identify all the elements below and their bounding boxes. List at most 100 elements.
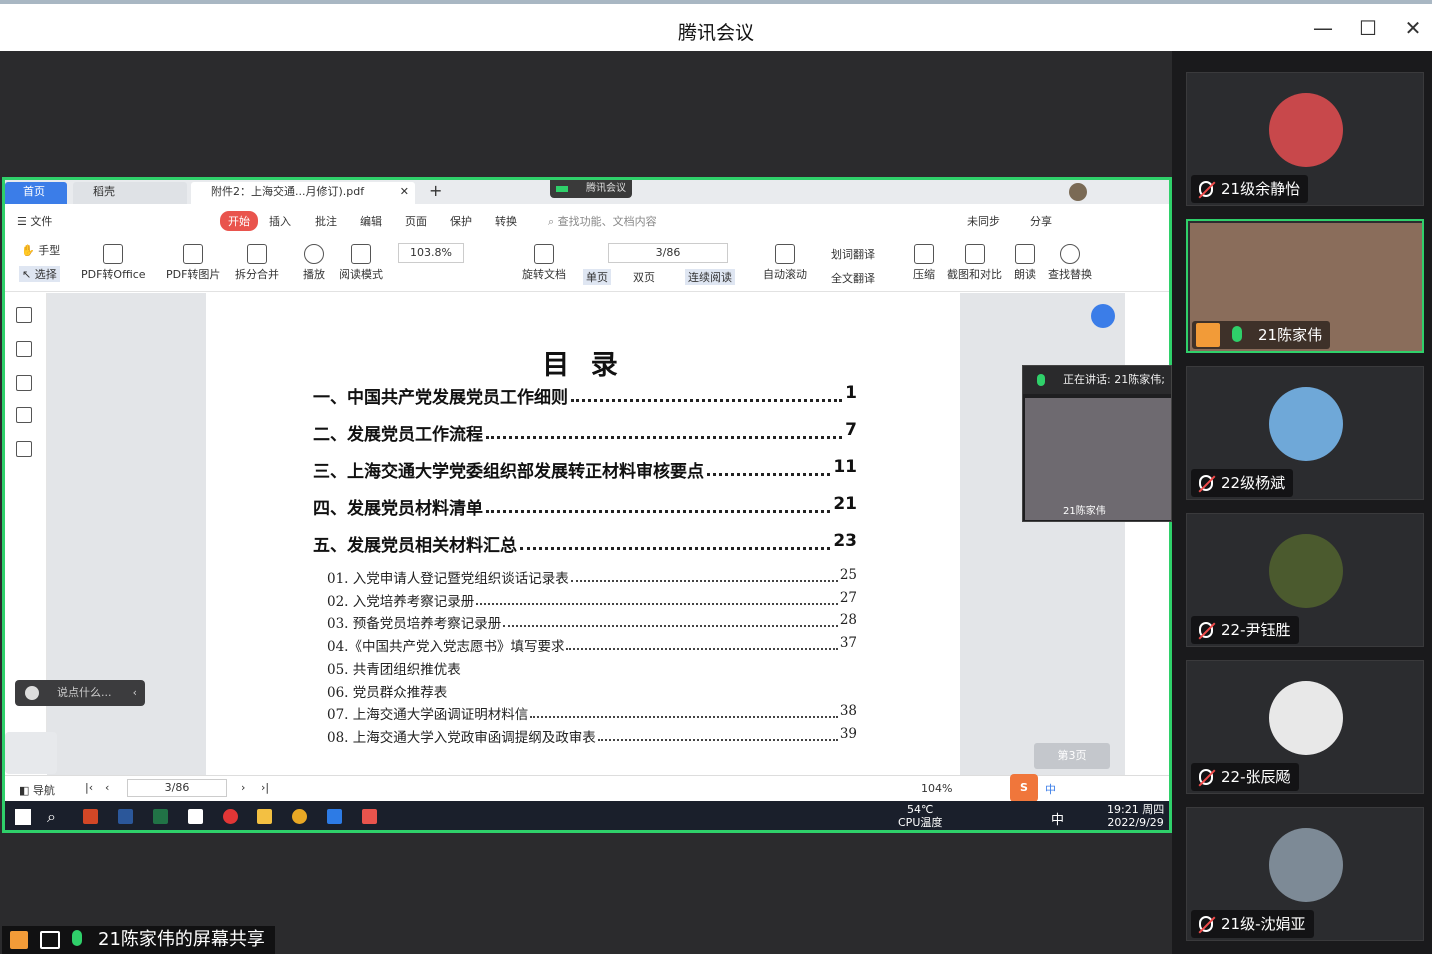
mic-muted-icon (1199, 475, 1213, 491)
full-translate-button[interactable]: 全文翻译 (831, 270, 875, 286)
status-zoom[interactable]: 104% (921, 782, 952, 795)
page-input[interactable]: 3/86 (608, 243, 728, 263)
toc-sub-entry[interactable]: 02. 入党培养考察记录册 27 (327, 590, 857, 610)
participant-tile[interactable]: 22-尹钰胜 (1186, 513, 1424, 647)
play-button[interactable]: 播放 (303, 244, 325, 282)
participant-tile[interactable]: 22级杨斌 (1186, 366, 1424, 500)
participant-tile[interactable]: 22-张辰飏 (1186, 660, 1424, 794)
screenshot-compare-button[interactable]: 截图和对比 (947, 244, 1002, 282)
toc-entry[interactable]: 三、上海交通大学党委组织部发展转正材料审核要点 11 (313, 457, 857, 482)
toc-entry[interactable]: 四、发展党员材料清单 21 (313, 494, 857, 519)
menu-icon[interactable] (5, 732, 57, 774)
toc-entry[interactable]: 一、中国共产党发展党员工作细则 1 (313, 383, 857, 408)
double-page-button[interactable]: 双页 (633, 269, 655, 285)
comment-icon[interactable] (16, 375, 32, 391)
split-merge-button[interactable]: 拆分合并 (235, 244, 279, 282)
menu-insert[interactable]: 插入 (269, 213, 291, 229)
menu-protect[interactable]: 保护 (450, 213, 472, 229)
chat-input[interactable]: 说点什么... ‹ (15, 680, 145, 706)
zoom-select[interactable]: 103.8% (398, 243, 464, 263)
participant-tile[interactable]: 21级余静怡 (1186, 72, 1424, 206)
avatar[interactable] (1069, 183, 1087, 201)
toc-leader (570, 567, 838, 582)
tencent-meeting-icon[interactable] (327, 809, 342, 824)
emoji-icon[interactable] (25, 686, 39, 700)
rotate-doc-button[interactable]: 旋转文档 (522, 244, 566, 282)
toc-sub-page: 38 (839, 703, 857, 720)
clock[interactable]: 19:21 周四 2022/9/29 (1107, 803, 1164, 829)
menu-file[interactable]: ☰ 文件 (17, 213, 52, 229)
taskbar-ime[interactable]: 中 (1051, 809, 1064, 828)
excel-icon[interactable] (153, 809, 168, 824)
toc-sub-entry[interactable]: 03. 预备党员培养考察记录册 28 (327, 612, 857, 632)
windows-start-icon[interactable] (15, 809, 31, 825)
hand-tool[interactable]: ✋ 手型 (21, 242, 60, 258)
toc-sub-entry[interactable]: 08. 上海交通大学入党政审函调提纲及政审表 39 (327, 726, 857, 746)
bookmark-icon[interactable] (16, 307, 32, 323)
word-icon[interactable] (118, 809, 133, 824)
signature-icon[interactable] (16, 441, 32, 457)
new-tab-icon[interactable]: + (429, 181, 442, 200)
mic-on-icon (72, 930, 82, 946)
status-page-input[interactable]: 3/86 (127, 779, 227, 797)
read-aloud-button[interactable]: 朗读 (1014, 244, 1036, 282)
search-icon[interactable]: ⌕ (47, 807, 56, 827)
en-app-icon[interactable] (188, 809, 203, 824)
chevron-left-icon[interactable]: ‹ (133, 680, 137, 706)
minimize-button[interactable]: — (1308, 16, 1338, 40)
chrome-icon[interactable] (292, 809, 307, 824)
menu-page[interactable]: 页面 (405, 213, 427, 229)
participant-name: 22级杨斌 (1191, 469, 1294, 497)
share-button[interactable]: 分享 (1030, 213, 1052, 229)
tab-home[interactable]: 首页 (5, 182, 67, 204)
tab-close-icon[interactable]: ✕ (400, 182, 409, 202)
image-icon[interactable] (16, 341, 32, 357)
last-page-button[interactable]: ›| (261, 781, 269, 794)
tab-pdf[interactable]: 附件2：上海交通...月修订).pdf ✕ (191, 182, 415, 204)
single-page-button[interactable]: 单页 (583, 269, 611, 285)
toc-entry[interactable]: 二、发展党员工作流程 7 (313, 420, 857, 445)
select-tool[interactable]: ↖ 选择 (19, 266, 60, 282)
maximize-button[interactable]: ☐ (1353, 16, 1383, 40)
toc-sub-entry[interactable]: 06. 党员群众推荐表 (327, 681, 857, 701)
powerpoint-icon[interactable] (83, 809, 98, 824)
wps-icon[interactable] (362, 809, 377, 824)
participant-panel: 21级余静怡 21陈家伟 22级杨斌 22-尹钰胜 22-张辰飏 21级-沈娟亚 (1172, 51, 1432, 954)
word-translate-button[interactable]: 划词翻译 (831, 246, 875, 262)
compress-button[interactable]: 压缩 (913, 244, 935, 282)
explorer-icon[interactable] (257, 809, 272, 824)
read-mode-button[interactable]: 阅读模式 (339, 244, 383, 282)
participant-tile[interactable]: 21陈家伟 (1186, 219, 1424, 353)
first-page-button[interactable]: |‹ (85, 781, 93, 794)
toc-entry[interactable]: 五、发展党员相关材料汇总 23 (313, 531, 857, 556)
netease-icon[interactable] (223, 809, 238, 824)
pdf-to-office-button[interactable]: PDF转Office (81, 244, 146, 282)
auto-scroll-button[interactable]: 自动滚动 (763, 244, 807, 282)
menu-annotate[interactable]: 批注 (315, 213, 337, 229)
find-replace-button[interactable]: 查找替换 (1048, 244, 1092, 282)
toc-sub-entry[interactable]: 01. 入党申请人登记暨党组织谈话记录表 25 (327, 567, 857, 587)
menu-convert[interactable]: 转换 (495, 213, 517, 229)
translate-fab[interactable] (1091, 304, 1115, 328)
title-bar: 腾讯会议 — ☐ ✕ (0, 0, 1432, 51)
next-page-button[interactable]: › (241, 781, 245, 794)
menu-start[interactable]: 开始 (220, 211, 258, 231)
participant-tile[interactable]: 21级-沈娟亚 (1186, 807, 1424, 941)
sync-status[interactable]: 未同步 (967, 213, 1000, 229)
sogou-ime-icon[interactable]: S (1010, 774, 1038, 802)
speaker-video[interactable]: 正在讲话: 21陈家伟; 21陈家伟 (1022, 365, 1172, 522)
toc-sub-entry[interactable]: 04.《中国共产党入党志愿书》填写要求 37 (327, 635, 857, 655)
prev-page-button[interactable]: ‹ (105, 781, 109, 794)
continuous-read-button[interactable]: 连续阅读 (685, 269, 735, 285)
ime-mode[interactable]: 中 (1045, 781, 1056, 797)
toc-sub-entry[interactable]: 05. 共青团组织推优表 (327, 658, 857, 678)
close-button[interactable]: ✕ (1398, 16, 1428, 40)
pdf-to-image-button[interactable]: PDF转图片 (166, 244, 220, 282)
toc-sub-entry[interactable]: 07. 上海交通大学函调证明材料信 38 (327, 703, 857, 723)
page-badge: 第3页 (1034, 743, 1110, 769)
search-input[interactable]: ⌕ 查找功能、文档内容 (548, 213, 657, 229)
menu-edit[interactable]: 编辑 (360, 213, 382, 229)
nav-button[interactable]: ◧ 导航 (19, 782, 55, 798)
attachment-icon[interactable] (16, 407, 32, 423)
tab-daoke[interactable]: 稻壳 (73, 182, 187, 204)
